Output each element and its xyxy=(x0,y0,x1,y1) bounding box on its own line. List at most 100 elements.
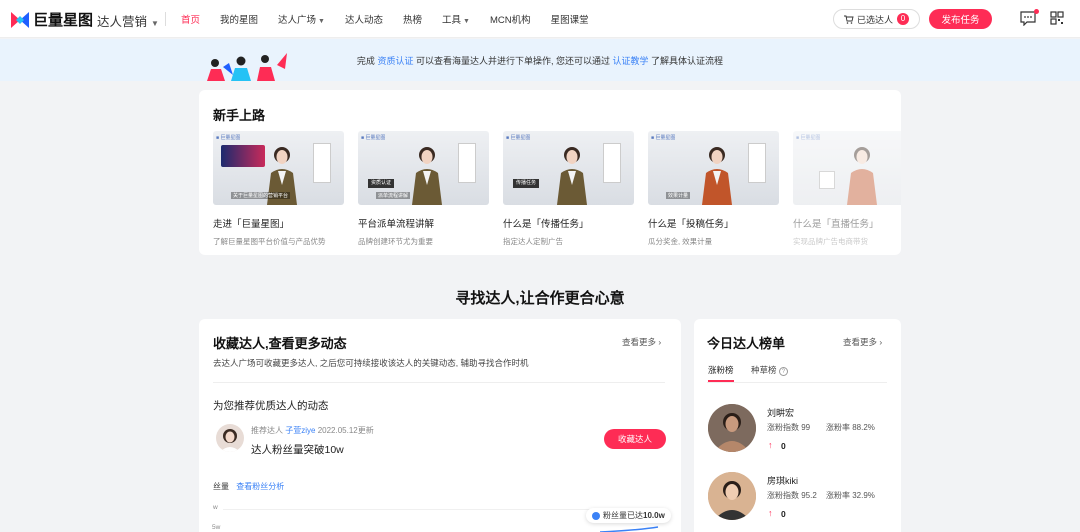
avatar xyxy=(708,404,756,452)
tab-fans-growth[interactable]: 涨粉榜 xyxy=(708,364,734,376)
publish-task-button[interactable]: 发布任务 xyxy=(929,9,992,29)
presenter-image xyxy=(557,147,587,205)
presenter-image xyxy=(702,147,732,205)
talent-name: 房琪kiki xyxy=(767,476,798,486)
rate-value: 88.2% xyxy=(852,423,875,432)
qualification-link[interactable]: 资质认证 xyxy=(377,56,413,66)
fans-icon xyxy=(592,511,600,520)
slide-tag: 传播任务 xyxy=(513,179,539,188)
slide-image xyxy=(221,145,265,167)
video-desc: 指定达人定制广告 xyxy=(503,237,563,246)
video-subtitle: 关于巨量星图的营销平台 xyxy=(231,192,291,199)
rate-value: 32.9% xyxy=(852,491,875,500)
favorites-more-link[interactable]: 查看更多 › xyxy=(622,336,661,348)
selected-talents-label: 已选达人 xyxy=(856,14,893,25)
help-icon[interactable]: ? xyxy=(778,367,788,376)
fans-rate: 涨粉率 88.2% xyxy=(826,422,875,433)
slide-tag xyxy=(819,171,835,189)
banner-middle: 可以查看海量达人并进行下单操作, 您还可以通过 xyxy=(415,56,610,66)
selected-count-badge: 0 xyxy=(897,13,909,25)
index-label: 涨粉指数 xyxy=(767,491,799,500)
video-card[interactable]: ■ 巨量星图 效果计量 什么是「投稿任务」 瓜分奖金, 效果计量 xyxy=(648,131,779,247)
axis-tick: 5w xyxy=(212,524,221,531)
slide-tag: 资质认证 xyxy=(368,179,394,188)
avatar[interactable] xyxy=(216,424,244,452)
nav-item-label: 工具 xyxy=(442,15,462,26)
caption-panel xyxy=(603,143,621,183)
logo[interactable]: 巨量星图 xyxy=(10,9,93,30)
favorites-title: 收藏达人,查看更多动态 xyxy=(213,336,347,351)
nav-item-hot-list[interactable]: 热榜 xyxy=(403,12,422,26)
caption-panel xyxy=(313,143,331,183)
nav-item-talent-square[interactable]: 达人广场 ▼ xyxy=(278,12,325,26)
nav-item-my-xingtu[interactable]: 我的星图 xyxy=(220,12,258,26)
video-card[interactable]: ■ 巨量星图 传播任务 什么是「传播任务」 指定达人定制广告 xyxy=(503,131,634,247)
nav-item-home[interactable]: 首页 xyxy=(181,12,200,26)
banner-message: 完成 资质认证 可以查看海量达人并进行下单操作, 您还可以通过 认证教学 了解具… xyxy=(0,54,1080,67)
nav-item-tools[interactable]: 工具 ▼ xyxy=(442,12,470,26)
talent-avatar-image xyxy=(708,472,756,520)
selected-talents-button[interactable]: 已选达人 0 xyxy=(833,9,920,29)
notification-dot xyxy=(1034,9,1039,14)
tab-seeding[interactable]: 种草榜 ? xyxy=(751,364,788,376)
fans-analysis-link[interactable]: 查看粉丝分析 xyxy=(236,482,284,491)
video-subtitle: 效果计量 xyxy=(666,192,691,199)
ranking-title: 今日达人榜单 xyxy=(707,336,786,351)
recommend-meta: 推荐达人 子萱ziye 2022.05.12更新 xyxy=(251,425,374,436)
xingtu-tag-icon: ■ 巨量星图 xyxy=(506,135,531,141)
newbie-title: 新手上路 xyxy=(213,108,266,123)
xingtu-tag-icon: ■ 巨量星图 xyxy=(361,135,386,141)
video-title: 平台派单流程讲解 xyxy=(358,219,435,230)
callout-prefix: 粉丝量已达 xyxy=(603,511,643,520)
tab-label: 种草榜 xyxy=(751,365,777,375)
talent-name: 刘畊宏 xyxy=(767,408,795,418)
divider xyxy=(165,12,166,26)
video-desc: 了解巨量星图平台价值与产品优势 xyxy=(213,237,326,246)
fans-index: 涨粉指数 95.2 xyxy=(767,490,817,501)
recommend-title: 为您推荐优质达人的动态 xyxy=(213,400,329,412)
banner-suffix: 了解具体认证流程 xyxy=(651,56,724,66)
video-card[interactable]: ■ 巨量星图 关于巨量星图的营销平台 走进「巨量星图」 了解巨量星图平台价值与产… xyxy=(213,131,344,247)
video-card[interactable]: ■ 巨量星图 什么是「直播任务」 实现品牌广告电商带货 xyxy=(793,131,901,247)
product-label: 达人营销 xyxy=(97,15,148,29)
nav-item-classroom[interactable]: 星图课堂 xyxy=(551,12,589,26)
video-title: 什么是「传播任务」 xyxy=(503,219,589,230)
nav-item-talent-feed[interactable]: 达人动态 xyxy=(345,12,383,26)
xingtu-tag-icon: ■ 巨量星图 xyxy=(651,135,676,141)
fans-rate: 涨粉率 32.9% xyxy=(826,490,875,501)
chart-label: 丝量 xyxy=(213,482,229,491)
cart-icon xyxy=(843,15,854,24)
nav-item-mcn[interactable]: MCN机构 xyxy=(490,12,531,26)
video-thumbnail: ■ 巨量星图 关于巨量星图的营销平台 xyxy=(213,131,344,205)
index-value: 99 xyxy=(801,423,811,432)
logo-text: 巨量星图 xyxy=(33,12,94,29)
collect-talent-button[interactable]: 收藏达人 xyxy=(604,429,666,449)
chart-header: 丝量 查看粉丝分析 xyxy=(213,481,284,492)
xingtu-logo-icon xyxy=(11,11,29,28)
recommend-prefix: 推荐达人 xyxy=(251,426,283,435)
more-label: 查看更多 xyxy=(622,337,657,347)
recommend-talent-link[interactable]: 子萱ziye xyxy=(285,426,315,435)
rank-change: 0 xyxy=(781,441,786,451)
tutorial-link[interactable]: 认证教学 xyxy=(613,56,649,66)
video-card[interactable]: ■ 巨量星图 资质认证 派单流程讲解 平台派单流程讲解 品牌创建环节尤为重要 xyxy=(358,131,489,247)
avatar xyxy=(708,472,756,520)
caption-panel xyxy=(458,143,476,183)
divider xyxy=(213,382,665,383)
video-desc: 品牌创建环节尤为重要 xyxy=(358,237,433,246)
favorites-desc: 去达人广场可收藏更多达人, 之后您可持续接收该达人的关键动态, 辅助寻找合作时机 xyxy=(213,358,529,368)
more-label: 查看更多 xyxy=(843,337,878,347)
talent-avatar-image xyxy=(220,429,240,452)
qrcode-icon[interactable] xyxy=(1050,11,1064,25)
video-thumbnail: ■ 巨量星图 效果计量 xyxy=(648,131,779,205)
message-icon[interactable] xyxy=(1020,11,1036,26)
chevron-down-icon: ▼ xyxy=(318,18,325,25)
divider xyxy=(707,382,887,383)
video-desc: 瓜分奖金, 效果计量 xyxy=(648,237,713,246)
product-switcher[interactable]: 达人营销 ▼ xyxy=(97,11,159,30)
rate-label: 涨粉率 xyxy=(826,491,850,500)
video-thumbnail: ■ 巨量星图 资质认证 派单流程讲解 xyxy=(358,131,489,205)
video-title: 什么是「直播任务」 xyxy=(793,219,879,230)
presenter-image xyxy=(847,147,877,205)
ranking-more-link[interactable]: 查看更多 › xyxy=(843,336,882,348)
